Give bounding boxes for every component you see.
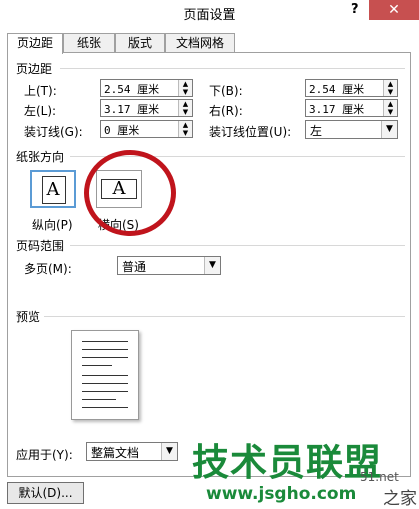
portrait-glyph: A xyxy=(46,179,60,200)
orientation-section-title: 纸张方向 xyxy=(16,148,65,165)
right-margin-value: 3.17 厘米 xyxy=(309,103,365,116)
apply-to-label: 应用于(Y): xyxy=(16,448,73,462)
left-margin-label: 左(L): xyxy=(24,104,57,118)
top-margin-label: 上(T): xyxy=(24,84,57,98)
chevron-down-icon[interactable]: ▼ xyxy=(161,443,177,460)
preview-line xyxy=(82,375,128,376)
multi-pages-select[interactable]: 普通 ▼ xyxy=(117,256,221,275)
preview-line xyxy=(82,365,112,366)
bottom-margin-spinner[interactable]: 2.54 厘米 ▲ ▼ xyxy=(305,79,398,97)
pages-section-title: 页码范围 xyxy=(16,237,65,254)
gutter-position-value: 左 xyxy=(310,124,323,138)
margins-section-title: 页边距 xyxy=(16,60,53,77)
bottom-margin-label: 下(B): xyxy=(209,84,243,98)
divider xyxy=(44,316,405,317)
gutter-position-select[interactable]: 左 ▼ xyxy=(305,120,398,139)
multi-pages-label: 多页(M): xyxy=(24,262,72,276)
red-circle-annotation xyxy=(84,150,176,236)
watermark-url: www.jsgho.com xyxy=(206,484,357,504)
gutter-position-label: 装订线位置(U): xyxy=(209,125,292,139)
chevron-down-icon[interactable]: ▼ xyxy=(204,257,220,274)
watermark-side-text: 51.net xyxy=(360,470,399,484)
watermark-side-text-2: 之家 xyxy=(383,489,417,509)
chevron-down-icon[interactable]: ▼ xyxy=(381,121,397,138)
left-margin-value: 3.17 厘米 xyxy=(104,103,160,116)
multi-pages-value: 普通 xyxy=(122,260,147,274)
apply-to-select[interactable]: 整篇文档 ▼ xyxy=(86,442,178,461)
top-margin-value: 2.54 厘米 xyxy=(104,83,160,96)
spin-arrows-icon[interactable]: ▲ ▼ xyxy=(178,80,192,96)
preview-line xyxy=(82,383,128,384)
right-margin-spinner[interactable]: 3.17 厘米 ▲ ▼ xyxy=(305,99,398,117)
page-preview xyxy=(71,330,139,420)
apply-to-value: 整篇文档 xyxy=(91,446,140,460)
portrait-option[interactable]: A xyxy=(30,170,76,208)
close-button[interactable]: ✕ xyxy=(369,0,419,20)
preview-line xyxy=(82,349,128,350)
preview-line xyxy=(82,407,128,408)
preview-section-title: 预览 xyxy=(16,308,41,325)
tab-layout[interactable]: 版式 xyxy=(115,33,165,53)
gutter-value: 0 厘米 xyxy=(104,124,140,137)
preview-line xyxy=(82,341,128,342)
help-button[interactable]: ? xyxy=(351,2,359,17)
spin-arrows-icon[interactable]: ▲ ▼ xyxy=(178,121,192,137)
spin-arrows-icon[interactable]: ▲ ▼ xyxy=(383,80,397,96)
tab-margins[interactable]: 页边距 xyxy=(7,33,63,54)
gutter-label: 装订线(G): xyxy=(24,125,83,139)
tab-paper[interactable]: 纸张 xyxy=(63,33,115,53)
portrait-label[interactable]: 纵向(P) xyxy=(32,216,73,233)
preview-line xyxy=(82,391,128,392)
tab-doc-grid[interactable]: 文档网格 xyxy=(165,33,235,53)
spin-arrows-icon[interactable]: ▲ ▼ xyxy=(178,100,192,116)
left-margin-spinner[interactable]: 3.17 厘米 ▲ ▼ xyxy=(100,99,193,117)
preview-line xyxy=(82,399,116,400)
default-button[interactable]: 默认(D)... xyxy=(7,482,84,504)
top-margin-spinner[interactable]: 2.54 厘米 ▲ ▼ xyxy=(100,79,193,97)
right-margin-label: 右(R): xyxy=(209,104,243,118)
spin-arrows-icon[interactable]: ▲ ▼ xyxy=(383,100,397,116)
divider xyxy=(70,245,405,246)
gutter-spinner[interactable]: 0 厘米 ▲ ▼ xyxy=(100,120,193,138)
title-bar: 页面设置 ? ✕ xyxy=(0,0,419,26)
bottom-margin-value: 2.54 厘米 xyxy=(309,83,365,96)
preview-line xyxy=(82,357,128,358)
watermark-logo-text: 技术员联盟 xyxy=(192,441,382,484)
divider xyxy=(60,68,405,69)
